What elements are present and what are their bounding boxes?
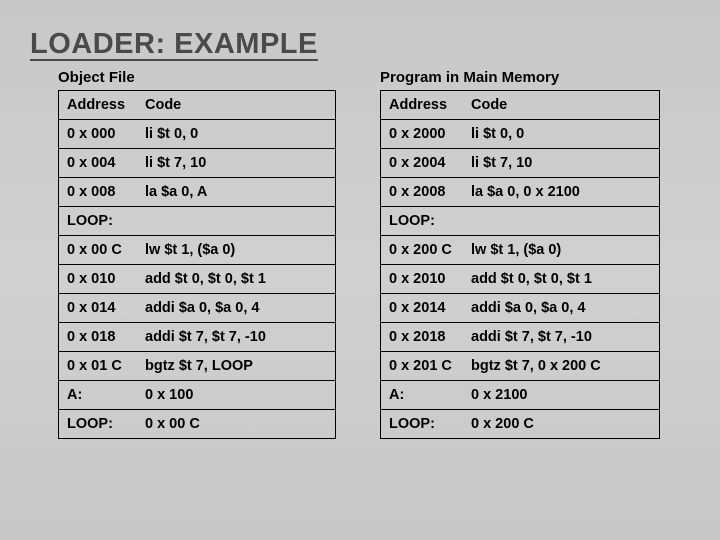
- cell-code: add $t 0, $t 0, $t 1: [463, 265, 660, 294]
- table-row: 0 x 201 Cbgtz $t 7, 0 x 200 C: [381, 352, 660, 381]
- cell-addr: 0 x 01 C: [59, 352, 138, 381]
- cell-code: 0 x 2100: [463, 381, 660, 410]
- cell-code: li $t 0, 0: [463, 120, 660, 149]
- header-code: Code: [463, 91, 660, 120]
- table-row: 0 x 018addi $t 7, $t 7, -10: [59, 323, 336, 352]
- cell-code: li $t 0, 0: [137, 120, 336, 149]
- table-row: 0 x 008la $a 0, A: [59, 178, 336, 207]
- page-title: LOADER: EXAMPLE: [30, 28, 690, 61]
- cell-addr: 0 x 200 C: [381, 236, 464, 265]
- cell-addr: 0 x 2010: [381, 265, 464, 294]
- cell-code: addi $t 7, $t 7, -10: [137, 323, 336, 352]
- table-row: 0 x 2004li $t 7, 10: [381, 149, 660, 178]
- table-row: 0 x 010add $t 0, $t 0, $t 1: [59, 265, 336, 294]
- cell-code: [463, 207, 660, 236]
- cell-addr: LOOP:: [59, 410, 138, 439]
- cell-addr: LOOP:: [59, 207, 138, 236]
- table-row: 0 x 2010add $t 0, $t 0, $t 1: [381, 265, 660, 294]
- table-row: 0 x 014addi $a 0, $a 0, 4: [59, 294, 336, 323]
- table-row: LOOP:0 x 200 C: [381, 410, 660, 439]
- object-file-column: Object File Address Code 0 x 000li $t 0,…: [58, 69, 336, 439]
- cell-addr: 0 x 014: [59, 294, 138, 323]
- cell-code: bgtz $t 7, 0 x 200 C: [463, 352, 660, 381]
- table-row: 0 x 000li $t 0, 0: [59, 120, 336, 149]
- object-file-heading: Object File: [58, 69, 336, 86]
- content-columns: Object File Address Code 0 x 000li $t 0,…: [30, 69, 690, 439]
- table-header-row: Address Code: [59, 91, 336, 120]
- table-row: 0 x 2018addi $t 7, $t 7, -10: [381, 323, 660, 352]
- cell-code: li $t 7, 10: [463, 149, 660, 178]
- header-code: Code: [137, 91, 336, 120]
- cell-addr: LOOP:: [381, 207, 464, 236]
- cell-code: add $t 0, $t 0, $t 1: [137, 265, 336, 294]
- cell-addr: 0 x 2008: [381, 178, 464, 207]
- cell-code: 0 x 200 C: [463, 410, 660, 439]
- cell-addr: A:: [381, 381, 464, 410]
- cell-addr: 0 x 004: [59, 149, 138, 178]
- table-row: 0 x 2000li $t 0, 0: [381, 120, 660, 149]
- cell-code: li $t 7, 10: [137, 149, 336, 178]
- cell-addr: 0 x 2004: [381, 149, 464, 178]
- table-row: 0 x 004li $t 7, 10: [59, 149, 336, 178]
- table-row: A:0 x 100: [59, 381, 336, 410]
- table-row: A:0 x 2100: [381, 381, 660, 410]
- cell-addr: LOOP:: [381, 410, 464, 439]
- table-row: LOOP:: [59, 207, 336, 236]
- cell-code: addi $a 0, $a 0, 4: [137, 294, 336, 323]
- cell-addr: 0 x 008: [59, 178, 138, 207]
- cell-code: 0 x 00 C: [137, 410, 336, 439]
- header-address: Address: [381, 91, 464, 120]
- cell-code: lw $t 1, ($a 0): [463, 236, 660, 265]
- table-row: LOOP:0 x 00 C: [59, 410, 336, 439]
- cell-addr: 0 x 018: [59, 323, 138, 352]
- table-row: 0 x 01 Cbgtz $t 7, LOOP: [59, 352, 336, 381]
- table-row: LOOP:: [381, 207, 660, 236]
- cell-code: lw $t 1, ($a 0): [137, 236, 336, 265]
- cell-code: la $a 0, A: [137, 178, 336, 207]
- cell-addr: 0 x 2000: [381, 120, 464, 149]
- cell-addr: 0 x 010: [59, 265, 138, 294]
- table-header-row: Address Code: [381, 91, 660, 120]
- cell-addr: 0 x 2014: [381, 294, 464, 323]
- cell-addr: 0 x 00 C: [59, 236, 138, 265]
- cell-addr: 0 x 000: [59, 120, 138, 149]
- table-row: 0 x 00 Clw $t 1, ($a 0): [59, 236, 336, 265]
- table-row: 0 x 2014addi $a 0, $a 0, 4: [381, 294, 660, 323]
- object-file-table: Address Code 0 x 000li $t 0, 0 0 x 004li…: [58, 90, 336, 439]
- cell-code: addi $a 0, $a 0, 4: [463, 294, 660, 323]
- main-memory-table: Address Code 0 x 2000li $t 0, 0 0 x 2004…: [380, 90, 660, 439]
- cell-code: 0 x 100: [137, 381, 336, 410]
- cell-code: la $a 0, 0 x 2100: [463, 178, 660, 207]
- cell-code: bgtz $t 7, LOOP: [137, 352, 336, 381]
- main-memory-column: Program in Main Memory Address Code 0 x …: [380, 69, 660, 439]
- header-address: Address: [59, 91, 138, 120]
- slide: LOADER: EXAMPLE Object File Address Code…: [0, 0, 720, 540]
- table-row: 0 x 200 Clw $t 1, ($a 0): [381, 236, 660, 265]
- cell-addr: 0 x 2018: [381, 323, 464, 352]
- main-memory-heading: Program in Main Memory: [380, 69, 660, 86]
- table-row: 0 x 2008la $a 0, 0 x 2100: [381, 178, 660, 207]
- cell-addr: 0 x 201 C: [381, 352, 464, 381]
- cell-addr: A:: [59, 381, 138, 410]
- cell-code: addi $t 7, $t 7, -10: [463, 323, 660, 352]
- cell-code: [137, 207, 336, 236]
